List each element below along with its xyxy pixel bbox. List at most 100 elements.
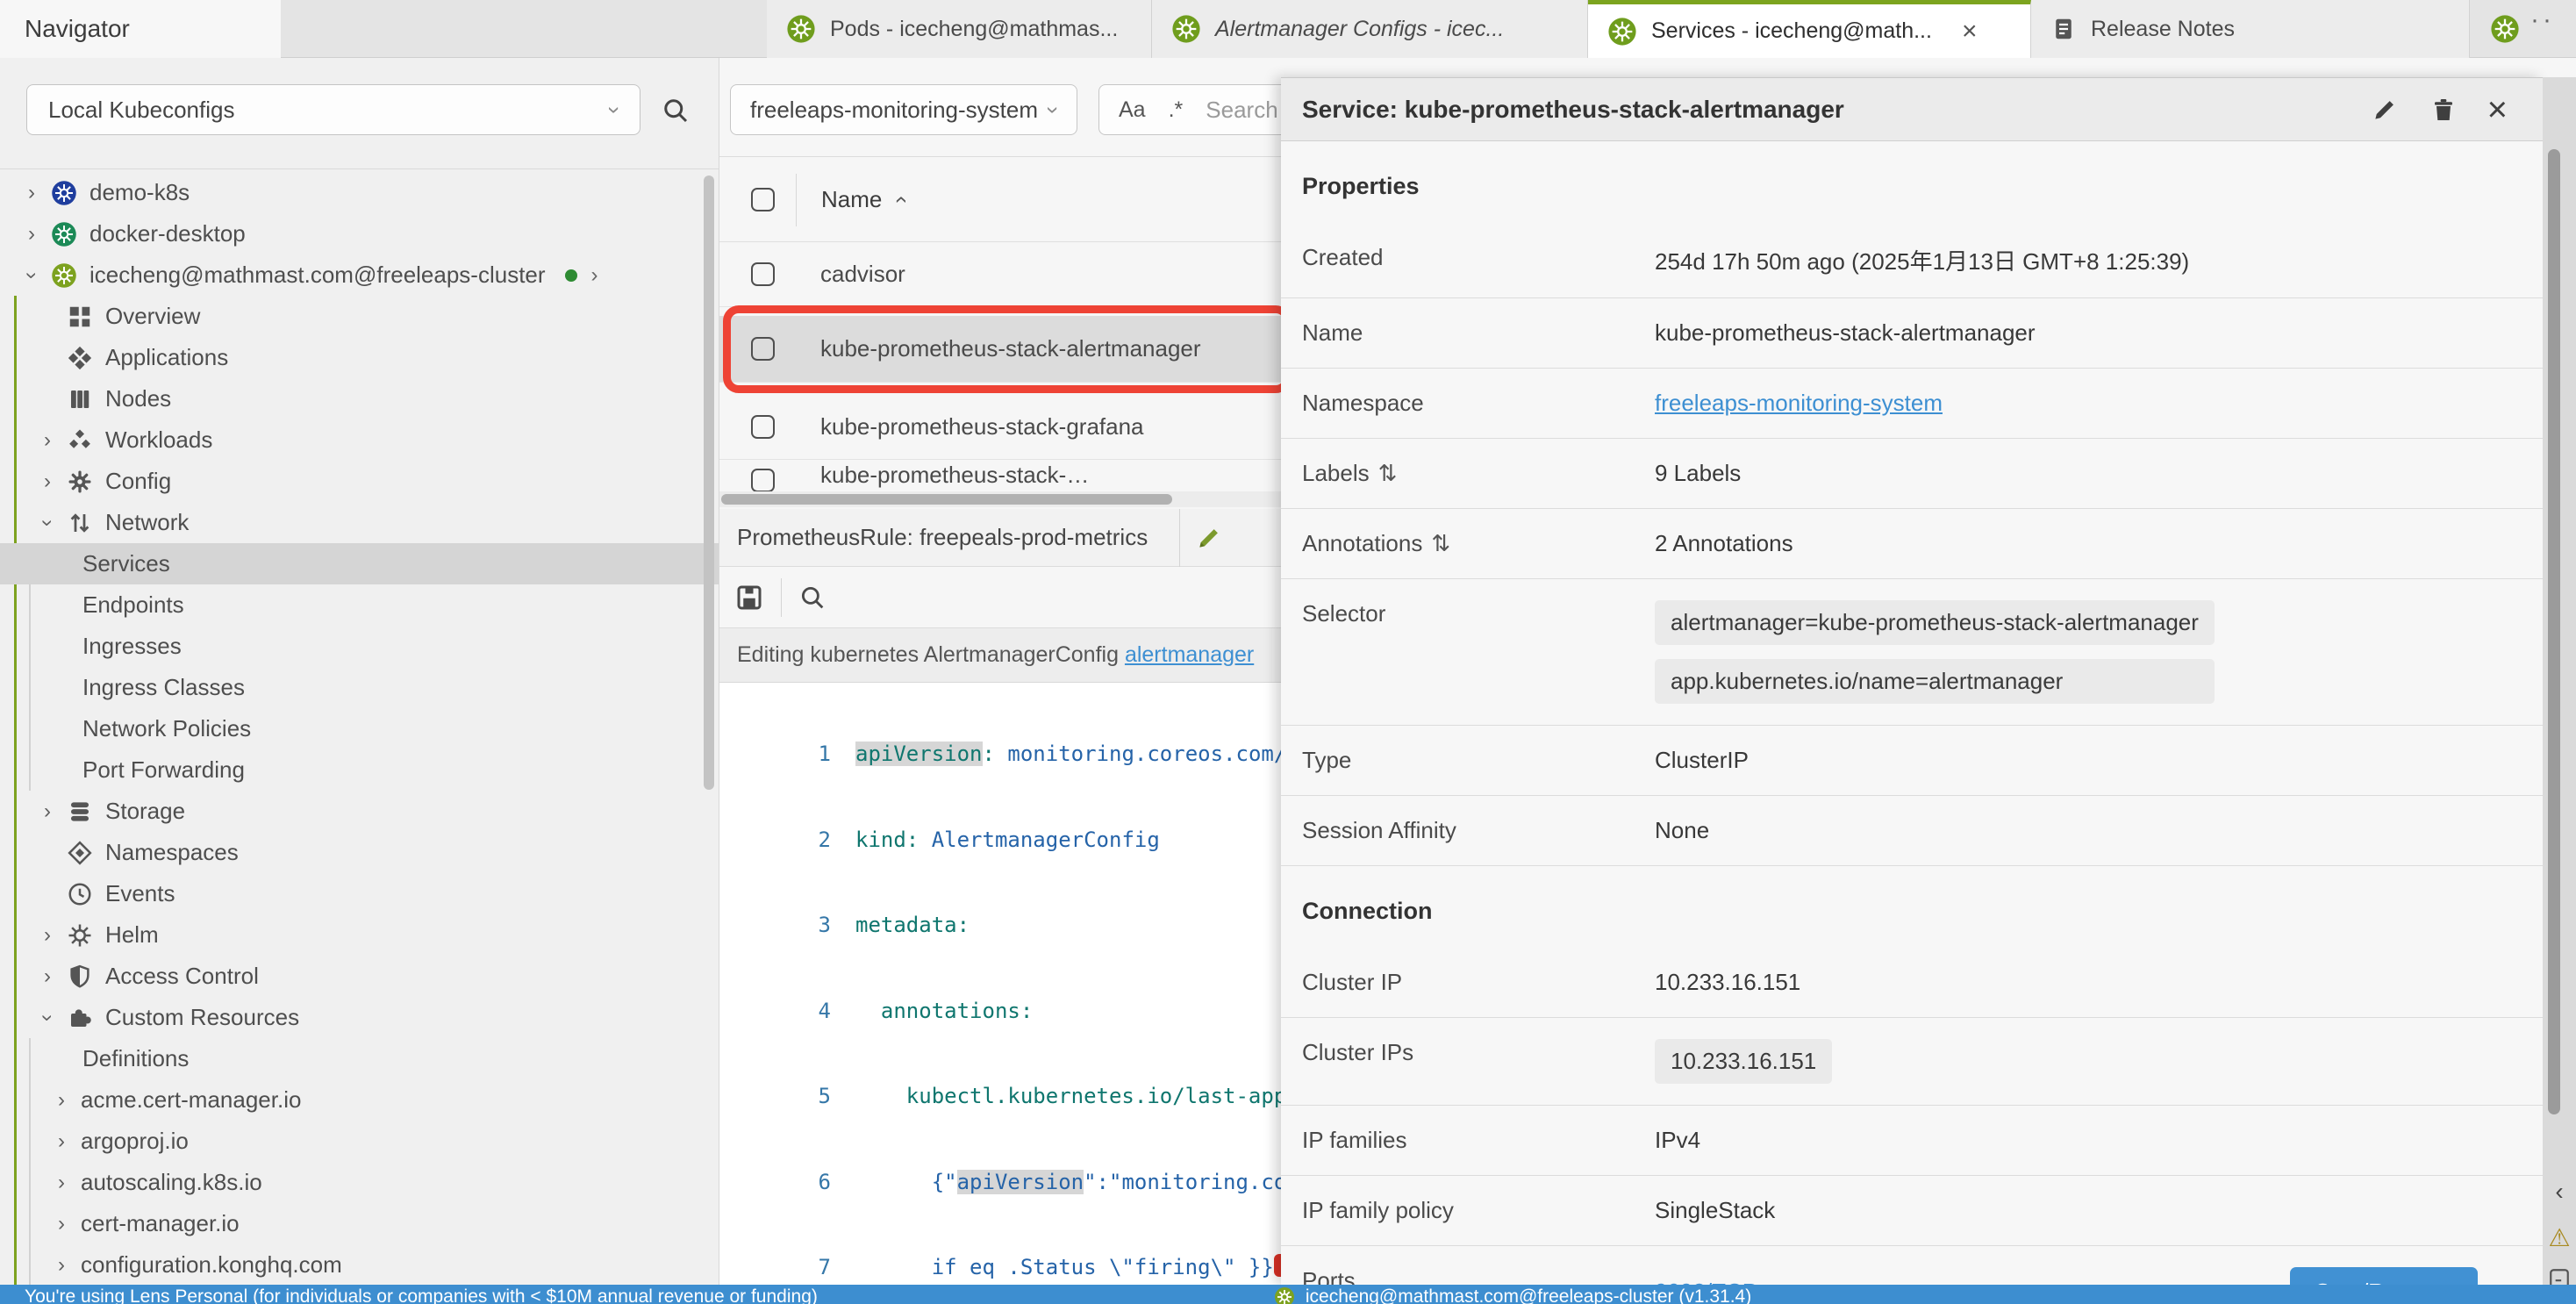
drawer-title: Service: kube-prometheus-stack-alertmana… xyxy=(1302,96,1844,124)
regex-toggle[interactable]: .* xyxy=(1169,97,1184,123)
sidebar-item-ingress-classes[interactable]: Ingress Classes xyxy=(0,667,719,708)
chevron-right-icon[interactable]: › xyxy=(21,222,42,247)
sidebar-item-helm[interactable]: › Helm xyxy=(0,914,719,956)
stop-remove-button[interactable]: Stop/Remove xyxy=(2290,1267,2478,1286)
sidebar-item-endpoints[interactable]: Endpoints xyxy=(0,584,719,626)
property-row-name: Name kube-prometheus-stack-alertmanager xyxy=(1281,298,2543,369)
chevron-down-icon[interactable]: › xyxy=(35,512,60,534)
kubernetes-icon xyxy=(51,221,77,247)
drawer-scrollbar[interactable] xyxy=(2548,149,2560,1114)
tab-label: Pods - icecheng@mathmas... xyxy=(830,17,1118,42)
section-heading: Connection xyxy=(1281,866,2543,948)
property-row-selector: Selector alertmanager=kube-prometheus-st… xyxy=(1281,579,2543,726)
chevron-right-icon[interactable]: › xyxy=(51,1253,72,1278)
sidebar-item-nodes[interactable]: Nodes xyxy=(0,378,719,419)
warning-icon[interactable]: ⚠ xyxy=(2543,1223,2576,1252)
chevron-right-icon[interactable]: › xyxy=(37,964,58,989)
chevron-down-icon: › xyxy=(1040,106,1067,114)
sidebar-item-storage[interactable]: › Storage xyxy=(0,791,719,832)
sidebar-item-demo-k8s[interactable]: › demo-k8s xyxy=(0,172,719,213)
section-heading: Properties xyxy=(1281,141,2543,223)
search-icon[interactable] xyxy=(660,95,691,126)
chevron-right-icon[interactable]: › xyxy=(37,428,58,453)
tab-alertmanager-configs[interactable]: Alertmanager Configs - icec... xyxy=(1152,0,1588,58)
search-icon[interactable] xyxy=(798,583,827,613)
expand-sort-icon[interactable]: ⇅ xyxy=(1378,460,1398,486)
column-header-name[interactable]: Name xyxy=(821,186,882,213)
status-bar: You're using Lens Personal (for individu… xyxy=(0,1285,2576,1304)
sidebar-item-freeleaps-cluster[interactable]: › icecheng@mathmast.com@freeleaps-cluste… xyxy=(0,254,719,296)
sidebar-item-docker-desktop[interactable]: › docker-desktop xyxy=(0,213,719,254)
resource-link[interactable]: alertmanager xyxy=(1125,642,1254,668)
chevron-right-icon[interactable]: › xyxy=(21,181,42,205)
kubernetes-icon xyxy=(1607,17,1637,47)
sidebar-item-access-control[interactable]: › Access Control xyxy=(0,956,719,997)
navigator-sidebar: Local Kubeconfigs › › demo-k8s › docker-… xyxy=(0,58,719,1285)
chevron-right-icon[interactable]: › xyxy=(51,1129,72,1154)
collapse-chevron-left-icon[interactable]: ‹ xyxy=(2543,1178,2576,1206)
active-cluster-status[interactable]: icecheng@mathmast.com@freeleaps-cluster … xyxy=(1306,1286,1751,1304)
close-tab-icon[interactable]: × xyxy=(1962,17,1978,47)
match-case-toggle[interactable]: Aa xyxy=(1119,97,1146,123)
edit-pencil-icon[interactable] xyxy=(1194,523,1224,553)
sidebar-item-definitions[interactable]: Definitions xyxy=(0,1038,719,1079)
sidebar-item-acme-cert-manager-io[interactable]: › acme.cert-manager.io xyxy=(0,1079,719,1121)
chevron-right-icon[interactable]: › xyxy=(51,1171,72,1195)
row-checkbox[interactable] xyxy=(751,469,775,492)
sidebar-item-events[interactable]: Events xyxy=(0,873,719,914)
expand-sort-icon[interactable]: ⇅ xyxy=(1431,530,1450,556)
tab-services[interactable]: Services - icecheng@math... × xyxy=(1588,0,2031,58)
workloads-icon xyxy=(67,427,93,454)
sidebar-item-autoscaling-k8s-io[interactable]: › autoscaling.k8s.io xyxy=(0,1162,719,1203)
sidebar-item-namespaces[interactable]: Namespaces xyxy=(0,832,719,873)
chevron-right-icon[interactable]: › xyxy=(37,469,58,494)
row-checkbox[interactable] xyxy=(751,415,775,439)
chevron-right-icon[interactable]: › xyxy=(37,799,58,824)
sidebar-item-configuration-konghq-com[interactable]: › configuration.konghq.com xyxy=(0,1244,719,1285)
sidebar-item-workloads[interactable]: › Workloads xyxy=(0,419,719,461)
sort-ascending-icon[interactable]: › xyxy=(886,196,913,204)
helm-icon xyxy=(67,922,93,949)
select-all-checkbox[interactable] xyxy=(751,188,775,211)
sidebar-item-argoproj-io[interactable]: › argoproj.io xyxy=(0,1121,719,1162)
property-row-ip-families: IP families IPv4 xyxy=(1281,1106,2543,1176)
storage-icon xyxy=(67,799,93,825)
kubeconfig-selector[interactable]: Local Kubeconfigs › xyxy=(26,84,640,135)
sidebar-item-config[interactable]: › Config xyxy=(0,461,719,502)
sidebar-item-port-forwarding[interactable]: Port Forwarding xyxy=(0,749,719,791)
property-row-annotations: Annotations⇅ 2 Annotations xyxy=(1281,509,2543,579)
chevron-right-icon[interactable]: › xyxy=(37,923,58,948)
row-checkbox[interactable] xyxy=(751,262,775,286)
document-icon xyxy=(2050,16,2077,42)
overflow-dots-icon: ·· xyxy=(2530,5,2555,35)
sidebar-scrollbar[interactable] xyxy=(704,176,714,790)
sidebar-item-cert-manager-io[interactable]: › cert-manager.io xyxy=(0,1203,719,1244)
namespace-selector[interactable]: freeleaps-monitoring-system › xyxy=(730,84,1077,135)
horizontal-scrollbar-thumb[interactable] xyxy=(721,494,1172,505)
kubernetes-icon xyxy=(51,262,77,289)
tab-pods[interactable]: Pods - icecheng@mathmas... xyxy=(767,0,1152,58)
divider xyxy=(796,174,797,226)
namespace-link[interactable]: freeleaps-monitoring-system xyxy=(1655,390,1943,417)
chevron-right-icon[interactable]: › xyxy=(51,1088,72,1113)
sidebar-item-overview[interactable]: Overview xyxy=(0,296,719,337)
sidebar-item-services[interactable]: Services xyxy=(0,543,719,584)
tab-release-notes[interactable]: Release Notes xyxy=(2031,0,2470,58)
selector-chip: app.kubernetes.io/name=alertmanager xyxy=(1655,659,2215,704)
sidebar-item-applications[interactable]: Applications xyxy=(0,337,719,378)
sidebar-item-network-policies[interactable]: Network Policies xyxy=(0,708,719,749)
property-row-namespace: Namespace freeleaps-monitoring-system xyxy=(1281,369,2543,439)
chevron-right-icon[interactable]: › xyxy=(51,1212,72,1236)
chevron-down-icon[interactable]: › xyxy=(35,1007,60,1028)
dock-tab-title[interactable]: PrometheusRule: freepeals-prod-metrics xyxy=(737,524,1148,551)
sidebar-item-ingresses[interactable]: Ingresses xyxy=(0,626,719,667)
close-icon[interactable]: × xyxy=(2487,92,2508,127)
chevron-right-icon[interactable]: › xyxy=(591,263,598,288)
delete-trash-icon[interactable] xyxy=(2429,96,2458,124)
edit-pencil-icon[interactable] xyxy=(2370,95,2400,125)
drawer-body: Properties Created 254d 17h 50m ago (202… xyxy=(1281,141,2543,1286)
sidebar-item-custom-resources[interactable]: › Custom Resources xyxy=(0,997,719,1038)
save-icon[interactable] xyxy=(733,582,765,613)
chevron-down-icon[interactable]: › xyxy=(19,265,44,286)
sidebar-item-network[interactable]: › Network xyxy=(0,502,719,543)
